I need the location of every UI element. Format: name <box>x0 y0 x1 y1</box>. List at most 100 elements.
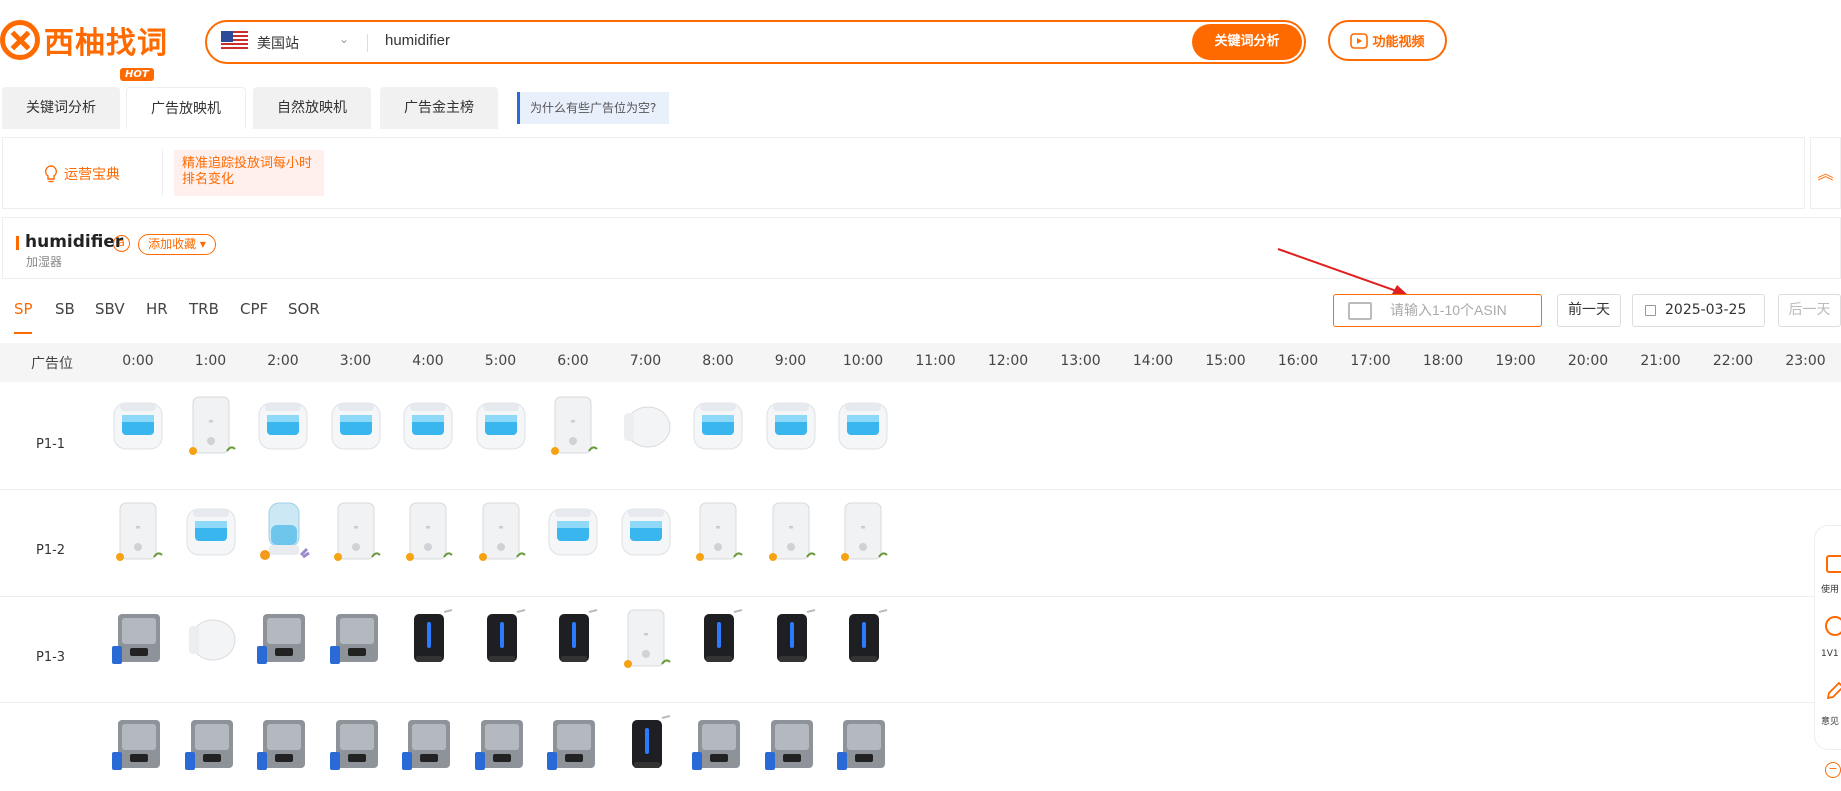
subtab-sor[interactable]: SOR <box>288 300 320 318</box>
product-thumbnail[interactable] <box>473 393 529 457</box>
position-label: P1-2 <box>36 543 66 558</box>
calendar-icon <box>1645 305 1656 316</box>
product-thumbnail[interactable] <box>110 712 166 791</box>
product-thumbnail[interactable] <box>400 606 456 670</box>
column-header-hour: 5:00 <box>484 353 517 369</box>
guide-icon[interactable] <box>1825 554 1841 574</box>
lightbulb-icon <box>44 165 58 183</box>
divider <box>162 150 163 196</box>
product-thumbnail[interactable] <box>110 393 166 457</box>
product-thumbnail[interactable]: ∞ <box>183 393 239 457</box>
keyword-search-input[interactable] <box>385 32 1185 49</box>
product-thumbnail[interactable] <box>400 393 456 457</box>
subtab-sb[interactable]: SB <box>55 300 75 318</box>
product-thumbnail[interactable] <box>763 712 819 791</box>
product-thumbnail[interactable] <box>690 606 746 670</box>
feature-video-label: 功能视频 <box>1372 35 1425 50</box>
side-item-label[interactable]: 1V1 <box>1821 649 1839 659</box>
column-header-hour: 15:00 <box>1205 353 1246 369</box>
operations-guide-button[interactable]: 运营宝典 <box>44 164 120 184</box>
tab-top-advertisers[interactable]: 广告金主榜 <box>380 87 498 129</box>
feature-video-button[interactable]: 功能视频 <box>1328 20 1447 61</box>
amazon-icon[interactable]: a <box>113 235 130 252</box>
date-picker[interactable]: 2025-03-25 <box>1632 294 1765 327</box>
product-thumbnail[interactable] <box>690 712 746 791</box>
product-thumbnail[interactable] <box>835 712 891 791</box>
side-item-label[interactable]: 意见 <box>1821 714 1839 727</box>
product-thumbnail[interactable]: ∞ <box>690 499 746 563</box>
site-selector[interactable]: 美国站 <box>257 33 299 53</box>
product-thumbnail[interactable] <box>835 393 891 457</box>
asin-input[interactable] <box>1390 302 1530 318</box>
product-thumbnail[interactable] <box>183 712 239 791</box>
svg-text:∞: ∞ <box>571 418 576 425</box>
product-thumbnail[interactable] <box>183 499 239 563</box>
product-thumbnail[interactable] <box>473 606 529 670</box>
tab-organic-player[interactable]: 自然放映机 <box>253 87 371 129</box>
tab-ad-player[interactable]: 广告放映机 <box>126 87 246 129</box>
edit-icon[interactable] <box>1825 681 1841 701</box>
product-thumbnail[interactable] <box>618 393 674 457</box>
side-item-label[interactable]: 使用 <box>1821 582 1839 595</box>
why-empty-notice[interactable]: 为什么有些广告位为空? <box>517 92 669 124</box>
next-day-button[interactable]: 后一天 <box>1778 294 1841 327</box>
product-thumbnail[interactable] <box>763 393 819 457</box>
chevron-down-icon[interactable]: ⌄ <box>339 32 349 46</box>
column-header-hour: 3:00 <box>339 353 372 369</box>
product-thumbnail[interactable] <box>255 499 311 563</box>
product-thumbnail[interactable] <box>183 606 239 670</box>
keyword-analysis-button[interactable]: 关键词分析 <box>1192 24 1302 60</box>
svg-text:∞: ∞ <box>643 631 648 638</box>
subtab-trb[interactable]: TRB <box>189 300 219 318</box>
product-thumbnail[interactable] <box>400 712 456 791</box>
logo[interactable]: 西柚找词 <box>0 18 168 62</box>
product-thumbnail[interactable] <box>473 712 529 791</box>
column-header-hour: 18:00 <box>1422 353 1464 369</box>
row-divider <box>0 596 1841 597</box>
position-label: P1-1 <box>36 437 66 452</box>
product-thumbnail[interactable]: ∞ <box>110 499 166 563</box>
product-thumbnail[interactable] <box>328 606 384 670</box>
column-header-hour: 13:00 <box>1060 353 1101 369</box>
product-thumbnail[interactable] <box>690 393 746 457</box>
position-label: P1-3 <box>36 650 66 665</box>
product-thumbnail[interactable] <box>328 393 384 457</box>
svg-text:∞: ∞ <box>788 524 793 531</box>
add-favorite-label: 添加收藏 <box>148 237 197 251</box>
product-thumbnail[interactable]: ∞ <box>328 499 384 563</box>
tips-note[interactable]: 精准追踪投放词每小时排名变化 <box>174 150 324 196</box>
product-thumbnail[interactable] <box>835 606 891 670</box>
svg-text:∞: ∞ <box>861 524 866 531</box>
tab-keyword-analysis[interactable]: 关键词分析 <box>2 87 120 129</box>
previous-day-button[interactable]: 前一天 <box>1557 294 1621 327</box>
consult-icon[interactable] <box>1825 616 1841 636</box>
product-thumbnail[interactable]: ∞ <box>835 499 891 563</box>
subtab-hr[interactable]: HR <box>146 300 168 318</box>
product-thumbnail[interactable] <box>545 712 601 791</box>
product-thumbnail[interactable]: ∞ <box>763 499 819 563</box>
product-thumbnail[interactable] <box>618 712 674 791</box>
subtab-cpf[interactable]: CPF <box>240 300 268 318</box>
product-thumbnail[interactable] <box>545 499 601 563</box>
product-thumbnail[interactable] <box>545 606 601 670</box>
product-thumbnail[interactable] <box>255 712 311 791</box>
product-thumbnail[interactable] <box>110 606 166 670</box>
row-divider <box>0 489 1841 490</box>
product-thumbnail[interactable]: ∞ <box>618 606 674 670</box>
product-thumbnail[interactable] <box>255 393 311 457</box>
scan-icon <box>1348 302 1372 320</box>
product-thumbnail[interactable]: ∞ <box>400 499 456 563</box>
product-thumbnail[interactable]: ∞ <box>545 393 601 457</box>
svg-text:∞: ∞ <box>716 524 721 531</box>
product-thumbnail[interactable] <box>618 499 674 563</box>
product-thumbnail[interactable]: ∞ <box>473 499 529 563</box>
minimize-icon[interactable]: − <box>1825 762 1841 778</box>
collapse-icon[interactable]: ︽ <box>1810 137 1841 209</box>
subtab-sp[interactable]: SP <box>14 300 33 318</box>
subtab-sbv[interactable]: SBV <box>95 300 125 318</box>
add-favorite-button[interactable]: 添加收藏 ▾ <box>138 234 216 255</box>
product-thumbnail[interactable] <box>255 606 311 670</box>
divider <box>367 34 368 52</box>
product-thumbnail[interactable] <box>763 606 819 670</box>
product-thumbnail[interactable] <box>328 712 384 791</box>
